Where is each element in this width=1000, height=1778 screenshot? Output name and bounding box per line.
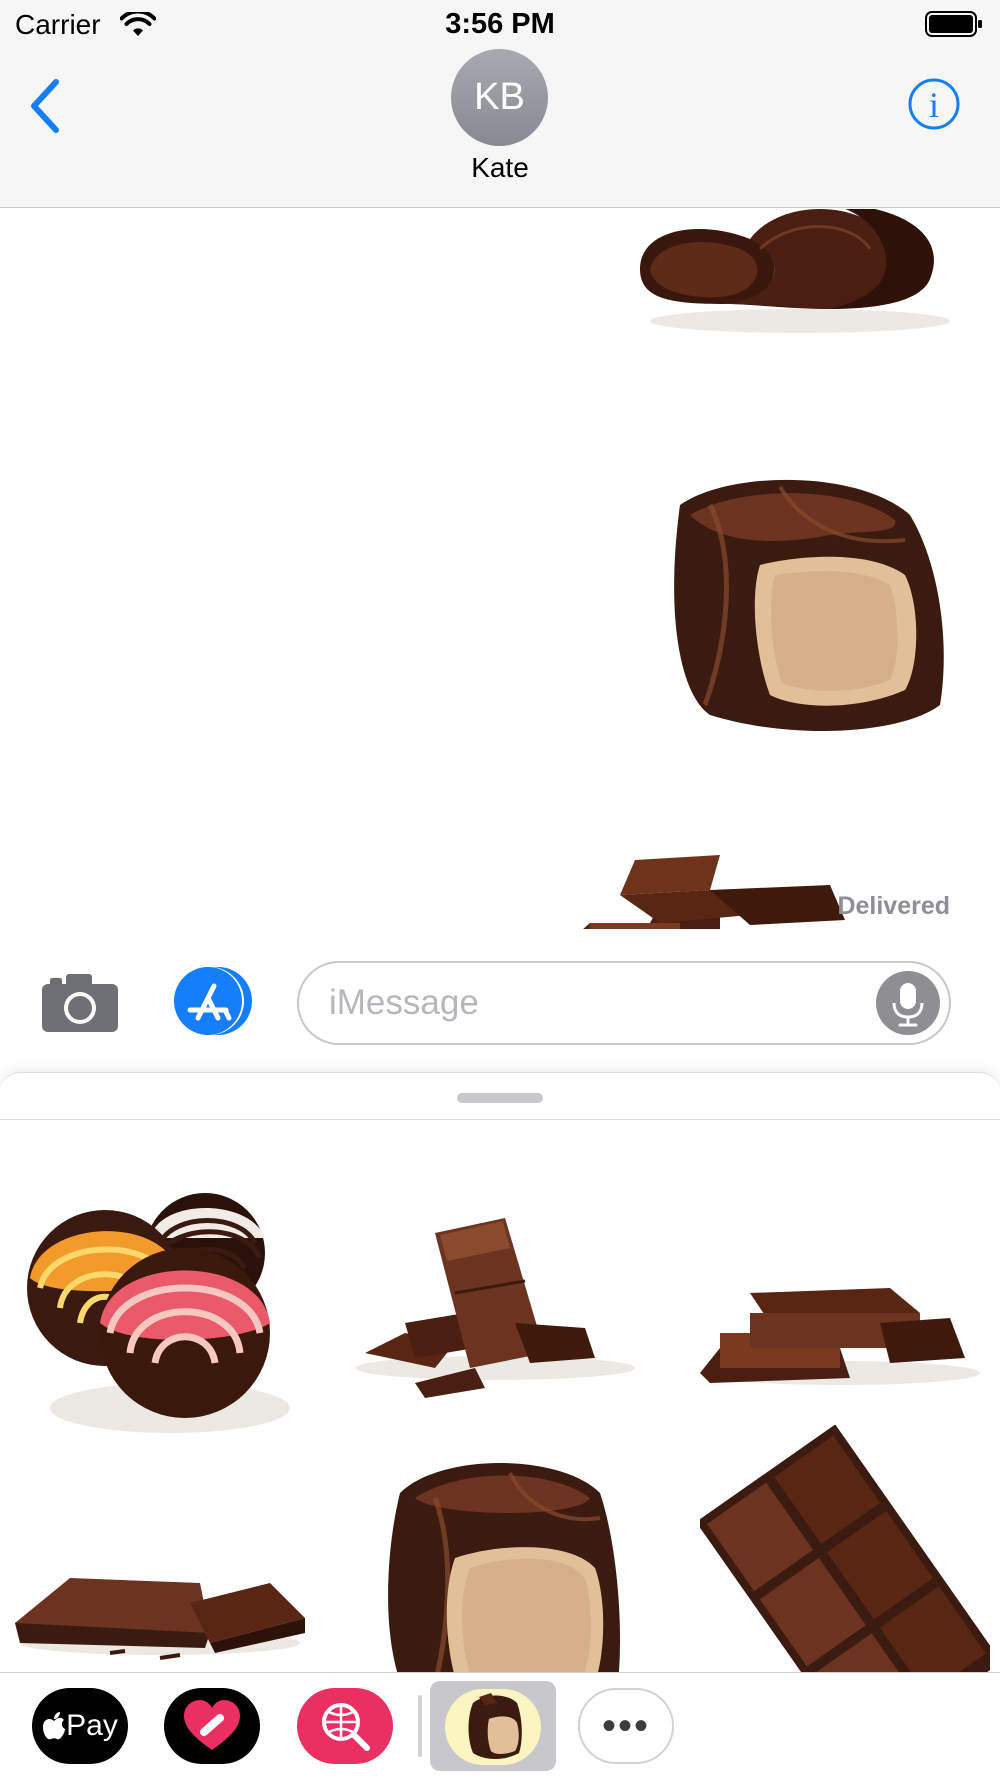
stacked-chocolate-sticker[interactable] xyxy=(690,1173,990,1443)
apple-pay-app[interactable]: Pay xyxy=(32,1688,128,1764)
microphone-button[interactable] xyxy=(876,971,940,1035)
chocolate-curl-sticker[interactable] xyxy=(630,209,970,339)
drawer-divider xyxy=(0,1119,1000,1120)
chocolate-truffle-with-bars-sticker[interactable] xyxy=(560,475,960,929)
heart-icon xyxy=(184,1700,240,1750)
chocolate-sticker-app[interactable] xyxy=(430,1681,556,1771)
camera-icon xyxy=(42,974,118,1032)
chevron-left-icon xyxy=(31,79,59,133)
info-icon: i xyxy=(929,85,939,125)
more-apps-button[interactable]: ••• xyxy=(578,1688,674,1764)
chocolate-sticker-app-icon xyxy=(445,1689,541,1765)
delivered-status: Delivered xyxy=(837,892,950,920)
chocolate-pieces-sticker[interactable] xyxy=(345,1173,645,1443)
digital-touch-app[interactable] xyxy=(164,1688,260,1764)
message-list[interactable]: Delivered xyxy=(0,209,1000,929)
message-input[interactable] xyxy=(329,973,849,1033)
info-button[interactable]: i xyxy=(907,77,961,131)
tray-separator xyxy=(418,1695,422,1757)
message-field[interactable] xyxy=(297,961,951,1045)
drawer-grabber[interactable] xyxy=(457,1093,543,1103)
more-icon: ••• xyxy=(601,1703,650,1748)
image-search-app[interactable] xyxy=(297,1688,393,1764)
contact-name[interactable]: Kate xyxy=(0,152,1000,184)
avatar-initials: KB xyxy=(474,76,525,118)
globe-search-icon xyxy=(322,1703,370,1751)
apple-logo-icon xyxy=(43,1712,66,1740)
app-store-button[interactable] xyxy=(170,966,256,1036)
battery-icon xyxy=(925,11,982,37)
camera-button[interactable] xyxy=(40,972,120,1034)
clock: 3:56 PM xyxy=(445,8,555,40)
app-tray: Pay ••• xyxy=(0,1672,1000,1778)
apple-pay-label: Pay xyxy=(66,1709,118,1742)
conversation-header: Carrier 3:56 PM KB Kate i xyxy=(0,0,1000,208)
status-bar: Carrier 3:56 PM xyxy=(0,0,1000,48)
candy-balls-sticker[interactable] xyxy=(10,1158,310,1458)
avatar[interactable]: KB xyxy=(451,49,548,146)
microphone-icon xyxy=(892,983,924,1027)
back-button[interactable] xyxy=(24,76,68,136)
